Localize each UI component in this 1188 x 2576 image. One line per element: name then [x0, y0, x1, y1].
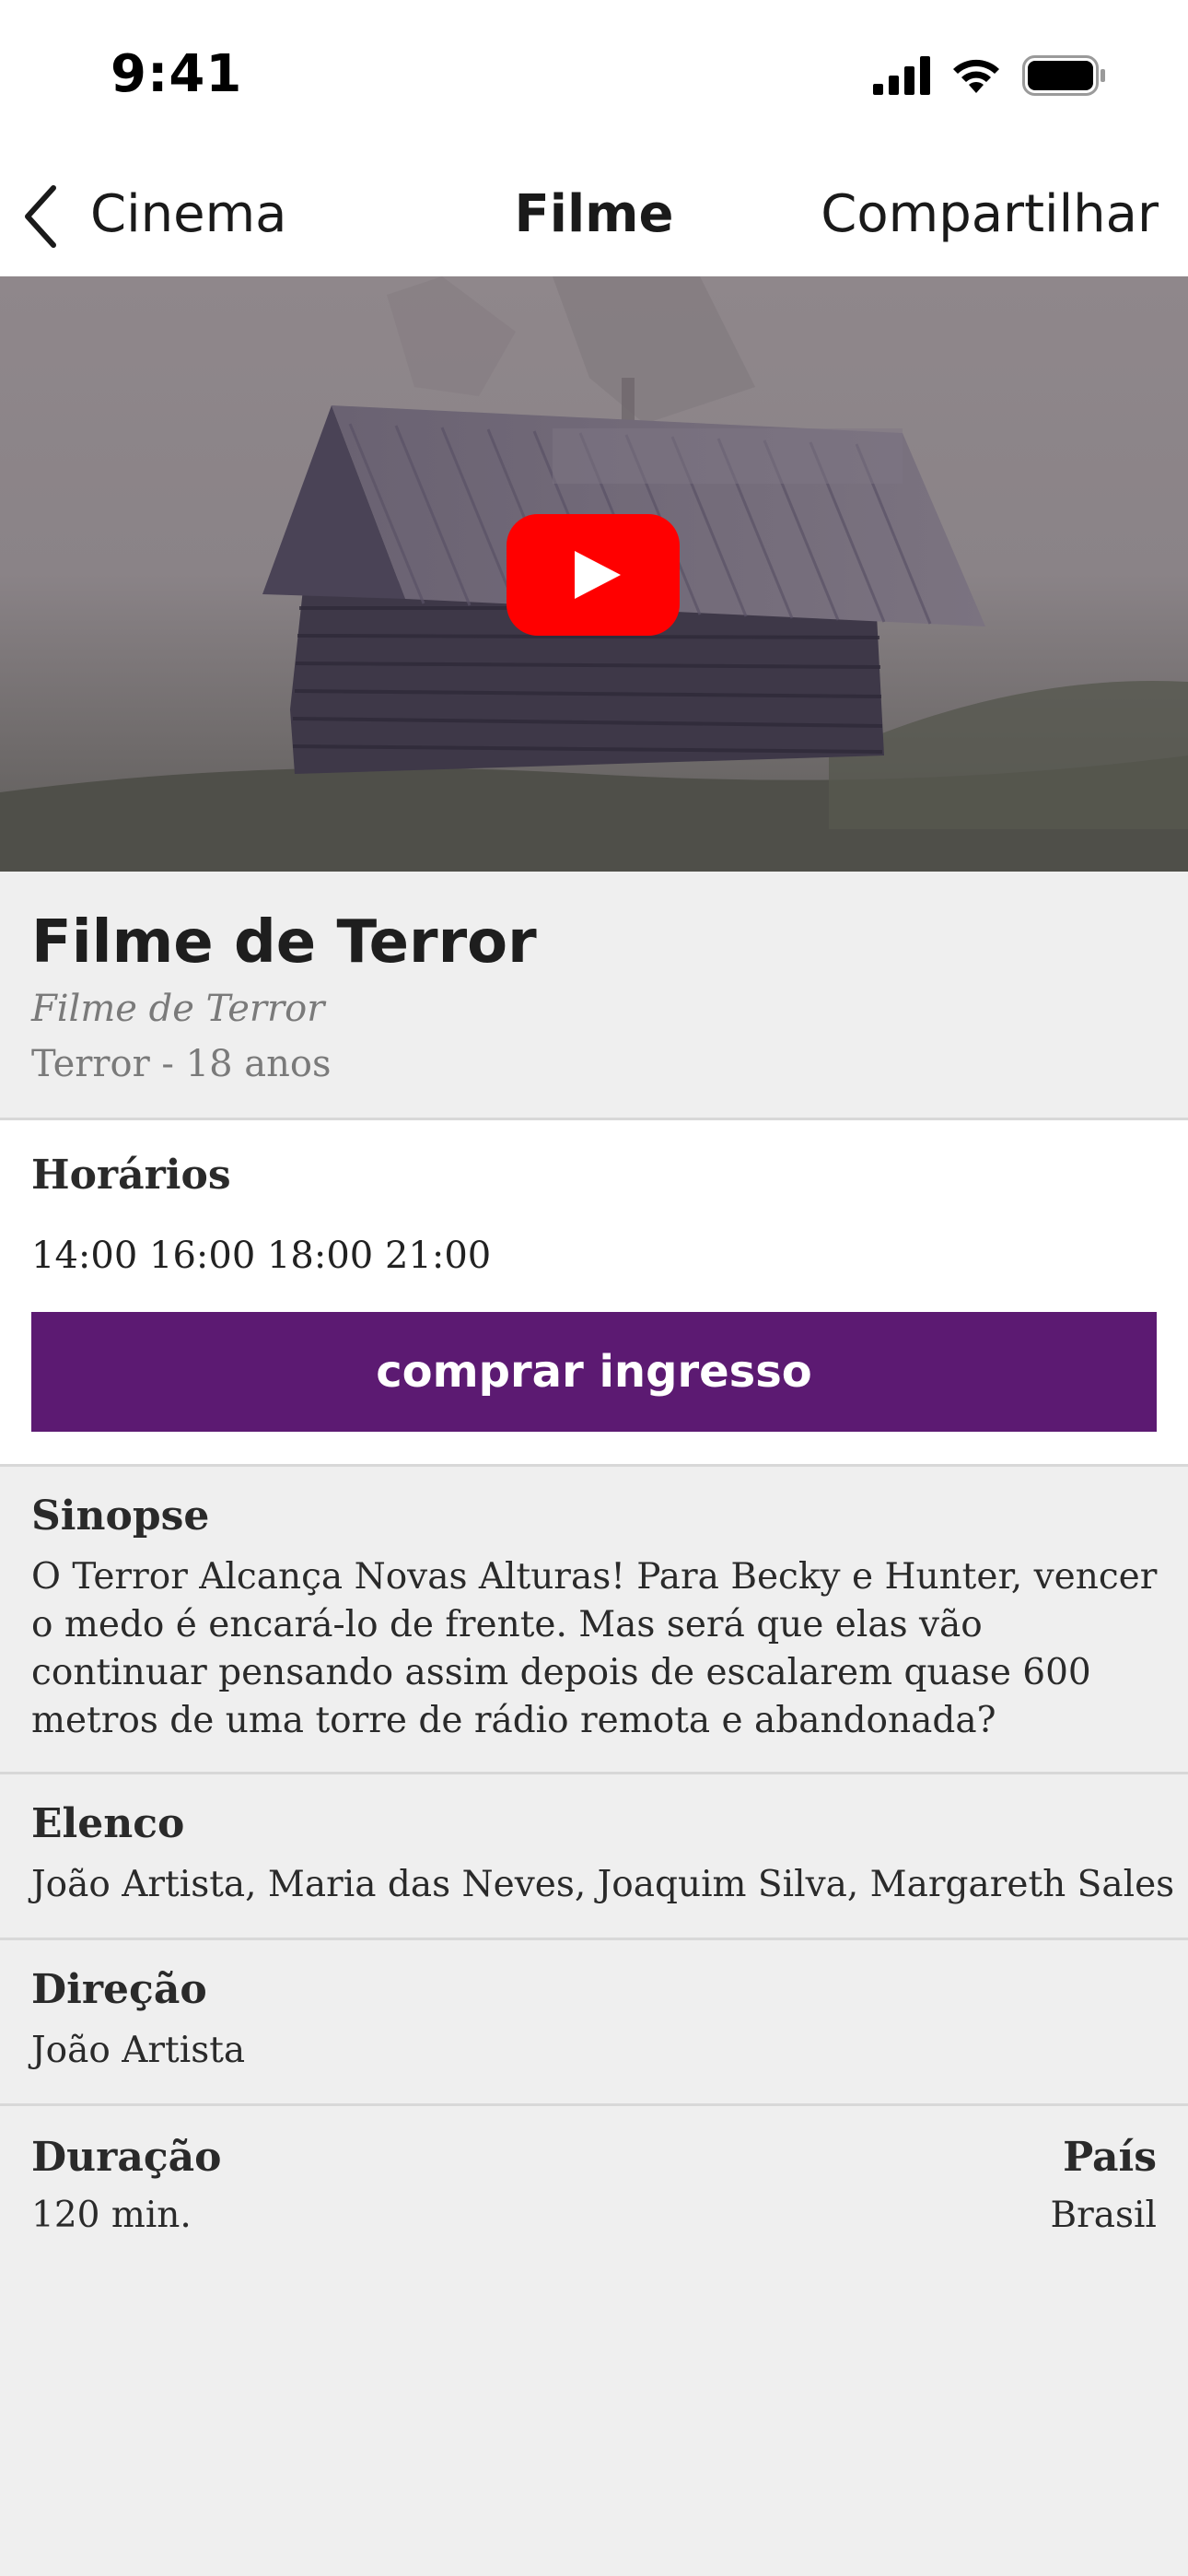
trailer-video[interactable]: [0, 276, 1188, 872]
movie-header: Filme de Terror Filme de Terror Terror -…: [0, 872, 1188, 1120]
synopsis-label: Sinopse: [31, 1493, 210, 1540]
chevron-left-icon[interactable]: [20, 182, 61, 251]
navigation-bar: Cinema Filme Compartilhar: [0, 157, 1188, 276]
duration-value: 120 min.: [31, 2195, 192, 2236]
movie-genre-rating: Terror - 18 anos: [31, 1043, 332, 1085]
back-button[interactable]: Cinema: [90, 184, 286, 244]
status-bar: 9:41: [0, 0, 1188, 157]
duration-label: Duração: [31, 2134, 222, 2181]
wifi-icon: [953, 59, 999, 93]
cellular-signal-icon: [873, 56, 930, 95]
youtube-play-icon[interactable]: [507, 514, 680, 636]
showtimes-section: Horários 14:00 16:00 18:00 21:00 comprar…: [0, 1120, 1188, 1467]
movie-original-title: Filme de Terror: [31, 988, 325, 1030]
status-time: 9:41: [111, 44, 243, 104]
showtimes-label: Horários: [31, 1152, 231, 1199]
cast-text: João Artista, Maria das Neves, Joaquim S…: [31, 1864, 1175, 1905]
director-text: João Artista: [31, 2030, 246, 2071]
showtimes-list: 14:00 16:00 18:00 21:00: [31, 1235, 492, 1277]
country-label: País: [1063, 2134, 1157, 2181]
synopsis-section: Sinopse O Terror Alcança Novas Alturas! …: [0, 1467, 1188, 1774]
details-section: Duração 120 min. País Brasil: [0, 2106, 1188, 2576]
synopsis-text: O Terror Alcança Novas Alturas! Para Bec…: [31, 1556, 1158, 1741]
share-button[interactable]: Compartilhar: [821, 184, 1159, 244]
director-label: Direção: [31, 1966, 207, 2013]
buy-ticket-button[interactable]: comprar ingresso: [31, 1312, 1157, 1432]
director-section: Direção João Artista: [0, 1940, 1188, 2106]
status-icons: [873, 55, 1107, 96]
country-value: Brasil: [1050, 2195, 1157, 2236]
movie-title: Filme de Terror: [31, 908, 537, 977]
cast-label: Elenco: [31, 1800, 185, 1847]
battery-icon: [1022, 55, 1105, 96]
cast-section: Elenco João Artista, Maria das Neves, Jo…: [0, 1774, 1188, 1940]
